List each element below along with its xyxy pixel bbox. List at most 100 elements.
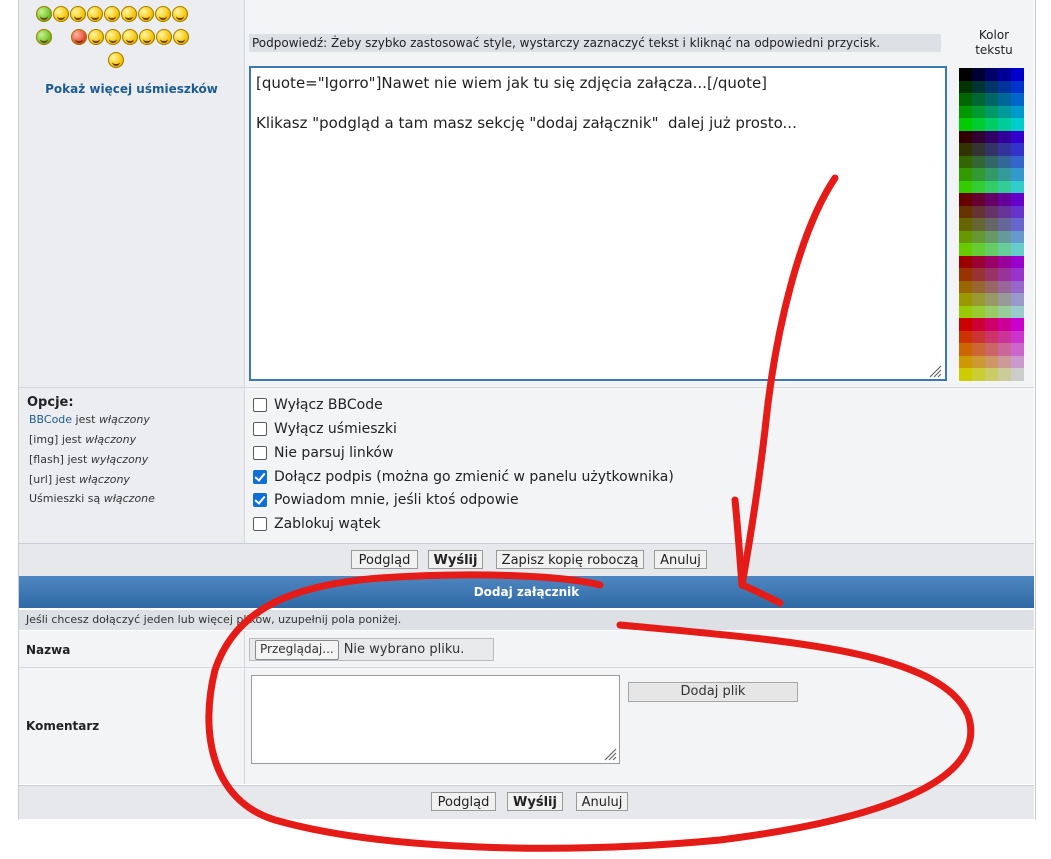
color-swatch[interactable] [998,180,1011,193]
smiley-icon[interactable] [53,6,69,22]
color-swatch[interactable] [998,68,1011,81]
color-swatch[interactable] [998,168,1011,181]
color-swatch[interactable] [972,243,985,256]
smiley-icon[interactable] [87,6,103,22]
bbcode-link[interactable]: BBCode [29,413,72,426]
color-swatch[interactable] [998,305,1011,318]
color-swatch[interactable] [1011,255,1024,268]
save-draft-button[interactable]: Zapisz kopię roboczą [496,550,644,569]
checkbox-icon[interactable] [253,398,267,412]
color-swatch[interactable] [959,93,972,106]
color-swatch[interactable] [972,218,985,231]
color-swatch[interactable] [1011,118,1024,131]
color-swatch[interactable] [959,168,972,181]
color-palette[interactable] [959,68,1027,381]
color-swatch[interactable] [959,255,972,268]
checkbox-checked-icon[interactable] [253,470,267,484]
color-swatch[interactable] [998,280,1011,293]
show-more-smileys-link[interactable]: Pokaż więcej uśmieszków [19,82,244,96]
color-swatch[interactable] [998,268,1011,281]
color-swatch[interactable] [998,105,1011,118]
color-swatch[interactable] [998,205,1011,218]
submit-button[interactable]: Wyślij [428,550,483,569]
resize-grip-icon[interactable] [601,745,617,761]
submit-button-2[interactable]: Wyślij [507,792,563,811]
smiley-icon[interactable] [138,6,154,22]
color-swatch[interactable] [1011,105,1024,118]
color-swatch[interactable] [959,280,972,293]
color-swatch[interactable] [985,118,998,131]
color-swatch[interactable] [972,293,985,306]
color-swatch[interactable] [972,368,985,381]
color-swatch[interactable] [985,105,998,118]
color-swatch[interactable] [972,130,985,143]
checkbox-no-parse-links[interactable]: Nie parsuj linków [253,445,393,461]
color-swatch[interactable] [1011,93,1024,106]
color-swatch[interactable] [998,218,1011,231]
color-swatch[interactable] [959,293,972,306]
color-swatch[interactable] [972,330,985,343]
color-swatch[interactable] [959,368,972,381]
color-swatch[interactable] [959,330,972,343]
attachment-comment-field[interactable] [251,675,620,764]
color-swatch[interactable] [959,268,972,281]
smiley-icon[interactable] [155,6,171,22]
color-swatch[interactable] [998,255,1011,268]
color-swatch[interactable] [959,218,972,231]
color-swatch[interactable] [1011,205,1024,218]
color-swatch[interactable] [998,193,1011,206]
color-swatch[interactable] [985,318,998,331]
color-swatch[interactable] [985,218,998,231]
color-swatch[interactable] [1011,343,1024,356]
color-swatch[interactable] [1011,80,1024,93]
color-swatch[interactable] [998,318,1011,331]
color-swatch[interactable] [985,205,998,218]
cancel-button[interactable]: Anuluj [654,550,707,569]
color-swatch[interactable] [1011,130,1024,143]
color-swatch[interactable] [985,143,998,156]
color-swatch[interactable] [985,343,998,356]
color-swatch[interactable] [972,255,985,268]
smiley-icon[interactable] [70,6,86,22]
checkbox-notify-reply[interactable]: Powiadom mnie, jeśli ktoś odpowie [253,492,519,508]
color-swatch[interactable] [1011,168,1024,181]
checkbox-disable-bbcode[interactable]: Wyłącz BBCode [253,397,383,413]
smiley-icon[interactable] [108,52,124,68]
checkbox-disable-smileys[interactable]: Wyłącz uśmieszki [253,421,397,437]
color-swatch[interactable] [972,143,985,156]
color-swatch[interactable] [998,130,1011,143]
color-swatch[interactable] [1011,330,1024,343]
color-swatch[interactable] [1011,280,1024,293]
color-swatch[interactable] [1011,155,1024,168]
checkbox-attach-signature[interactable]: Dołącz podpis (można go zmienić w panelu… [253,469,674,485]
smiley-icon[interactable] [71,29,87,45]
color-swatch[interactable] [985,355,998,368]
color-swatch[interactable] [985,193,998,206]
color-swatch[interactable] [972,230,985,243]
resize-grip-icon[interactable] [926,362,942,378]
color-swatch[interactable] [998,143,1011,156]
smiley-icon[interactable] [122,29,138,45]
color-swatch[interactable] [972,280,985,293]
color-swatch[interactable] [985,368,998,381]
browse-button[interactable]: Przeglądaj... [255,639,339,660]
color-swatch[interactable] [972,305,985,318]
color-swatch[interactable] [972,168,985,181]
color-swatch[interactable] [1011,180,1024,193]
color-swatch[interactable] [998,93,1011,106]
smiley-icon[interactable] [173,29,189,45]
color-swatch[interactable] [972,155,985,168]
color-swatch[interactable] [959,243,972,256]
color-swatch[interactable] [985,155,998,168]
color-swatch[interactable] [1011,305,1024,318]
color-swatch[interactable] [985,293,998,306]
color-swatch[interactable] [959,205,972,218]
color-swatch[interactable] [972,93,985,106]
color-swatch[interactable] [985,93,998,106]
color-swatch[interactable] [959,318,972,331]
color-swatch[interactable] [985,68,998,81]
checkbox-lock-topic[interactable]: Zablokuj wątek [253,516,381,532]
color-swatch[interactable] [959,130,972,143]
color-swatch[interactable] [959,230,972,243]
color-swatch[interactable] [998,155,1011,168]
